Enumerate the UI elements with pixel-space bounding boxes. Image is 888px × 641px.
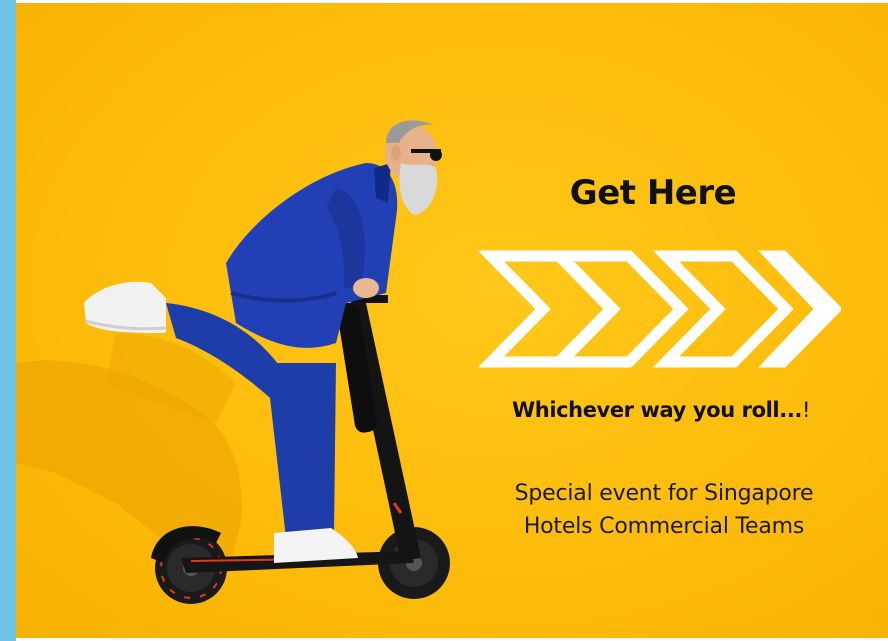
chevron-arrows-icon [477,250,841,368]
standing-shoe [274,528,358,563]
chevron-right-icon [477,250,619,368]
raised-shoe [84,281,166,333]
chevron-right-icon [547,250,689,368]
event-line-1: Special event for Singapore [514,481,814,506]
standing-leg [266,363,336,538]
tagline-main: Whichever way you roll... [512,398,802,422]
tagline: Whichever way you roll...! [476,395,846,425]
side-accent-strip [0,0,16,641]
jacket [226,163,398,348]
tagline-exclamation: ! [801,398,810,422]
hand [353,278,379,298]
poster: Get Here Whichever way you roll...! Spec… [0,0,888,641]
event-description: Special event for Singapore Hotels Comme… [479,477,849,543]
event-line-2: Hotels Commercial Teams [523,514,805,539]
poster-canvas: Get Here Whichever way you roll...! Spec… [16,3,888,638]
headline: Get Here [569,173,737,213]
